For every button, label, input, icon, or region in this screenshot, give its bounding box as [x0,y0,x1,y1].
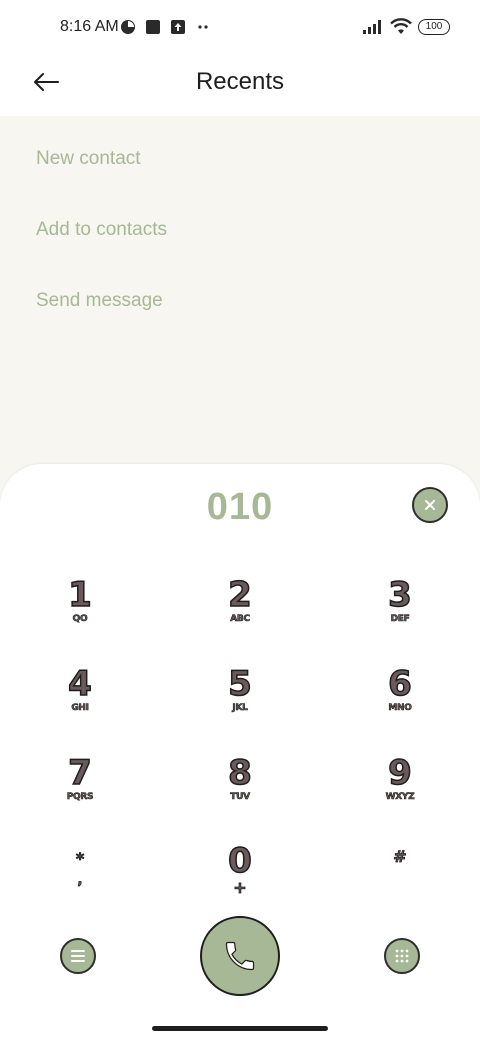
square-icon [146,20,160,34]
key-digit: 9 [387,753,412,793]
key-letters: WXYZ [385,792,415,803]
new-contact-action[interactable]: New contact [36,148,141,170]
pie-icon [121,20,135,34]
status-notification-icons [120,19,211,35]
dialpad-key-5[interactable]: 5 JKL [190,664,290,739]
key-digit: 3 [387,575,412,615]
key-letters: + [233,878,247,897]
page-title: Recents [195,68,285,95]
dialpad-sheet: 010 1 QO 2 ABC 3 DEF 4 GHI 5 JKL 6 MNO 7… [0,464,480,1040]
key-letters: PQRS [66,792,94,803]
dialpad-key-9[interactable]: 9 WXYZ [350,753,450,828]
keypad-toggle-button[interactable] [384,938,420,974]
key-letters: TUV [230,792,250,803]
key-digit: 4 [67,664,92,704]
clear-button[interactable] [412,487,448,523]
dialpad-key-1[interactable]: 1 QO [30,575,130,650]
wifi-icon [390,18,412,34]
key-letters: , [77,873,83,889]
status-system-icons: 100 [362,18,450,36]
menu-button[interactable] [60,938,96,974]
more-dots-icon [198,25,208,29]
key-digit: # [393,847,407,866]
battery-indicator: 100 [418,19,450,35]
dialpad-key-4[interactable]: 4 GHI [30,664,130,739]
dialpad-key-star[interactable]: * , [30,849,130,922]
signal-icon [363,20,381,34]
home-indicator[interactable] [152,1026,328,1031]
voicemail-icon: QO [72,614,88,625]
key-digit: 2 [227,575,252,615]
key-digit: 5 [227,664,252,704]
upload-icon [171,20,185,34]
dialed-number-display[interactable]: 010 [0,486,480,529]
key-letters: DEF [390,614,410,625]
key-letters: ABC [230,614,250,625]
key-digit: 0 [227,841,252,881]
dialpad-key-7[interactable]: 7 PQRS [30,753,130,828]
hamburger-menu-icon [71,950,85,962]
key-digit: 8 [227,753,252,793]
key-digit: 6 [387,664,412,704]
send-message-action[interactable]: Send message [36,290,163,312]
phone-icon [225,941,255,971]
dialpad-key-hash[interactable]: # [350,847,450,920]
keypad-grid-icon [395,949,409,963]
dialpad-key-6[interactable]: 6 MNO [350,664,450,739]
status-time: 8:16 AM [60,18,119,35]
key-letters: MNO [388,703,412,714]
top-app-bar: Recents [0,56,480,116]
call-button[interactable] [200,916,280,996]
status-bar: 8:16 AM 100 [0,0,480,56]
close-icon [425,500,435,510]
dialpad-key-2[interactable]: 2 ABC [190,575,290,650]
key-digit: 1 [67,575,92,615]
dialpad-key-8[interactable]: 8 TUV [190,753,290,828]
dialpad-key-3[interactable]: 3 DEF [350,575,450,650]
key-digit: 7 [67,753,92,793]
key-digit: * [75,849,85,868]
key-letters: GHI [71,703,89,714]
add-to-contacts-action[interactable]: Add to contacts [36,219,167,241]
dialpad-key-0[interactable]: 0 + [190,841,290,916]
key-letters: JKL [232,703,248,714]
